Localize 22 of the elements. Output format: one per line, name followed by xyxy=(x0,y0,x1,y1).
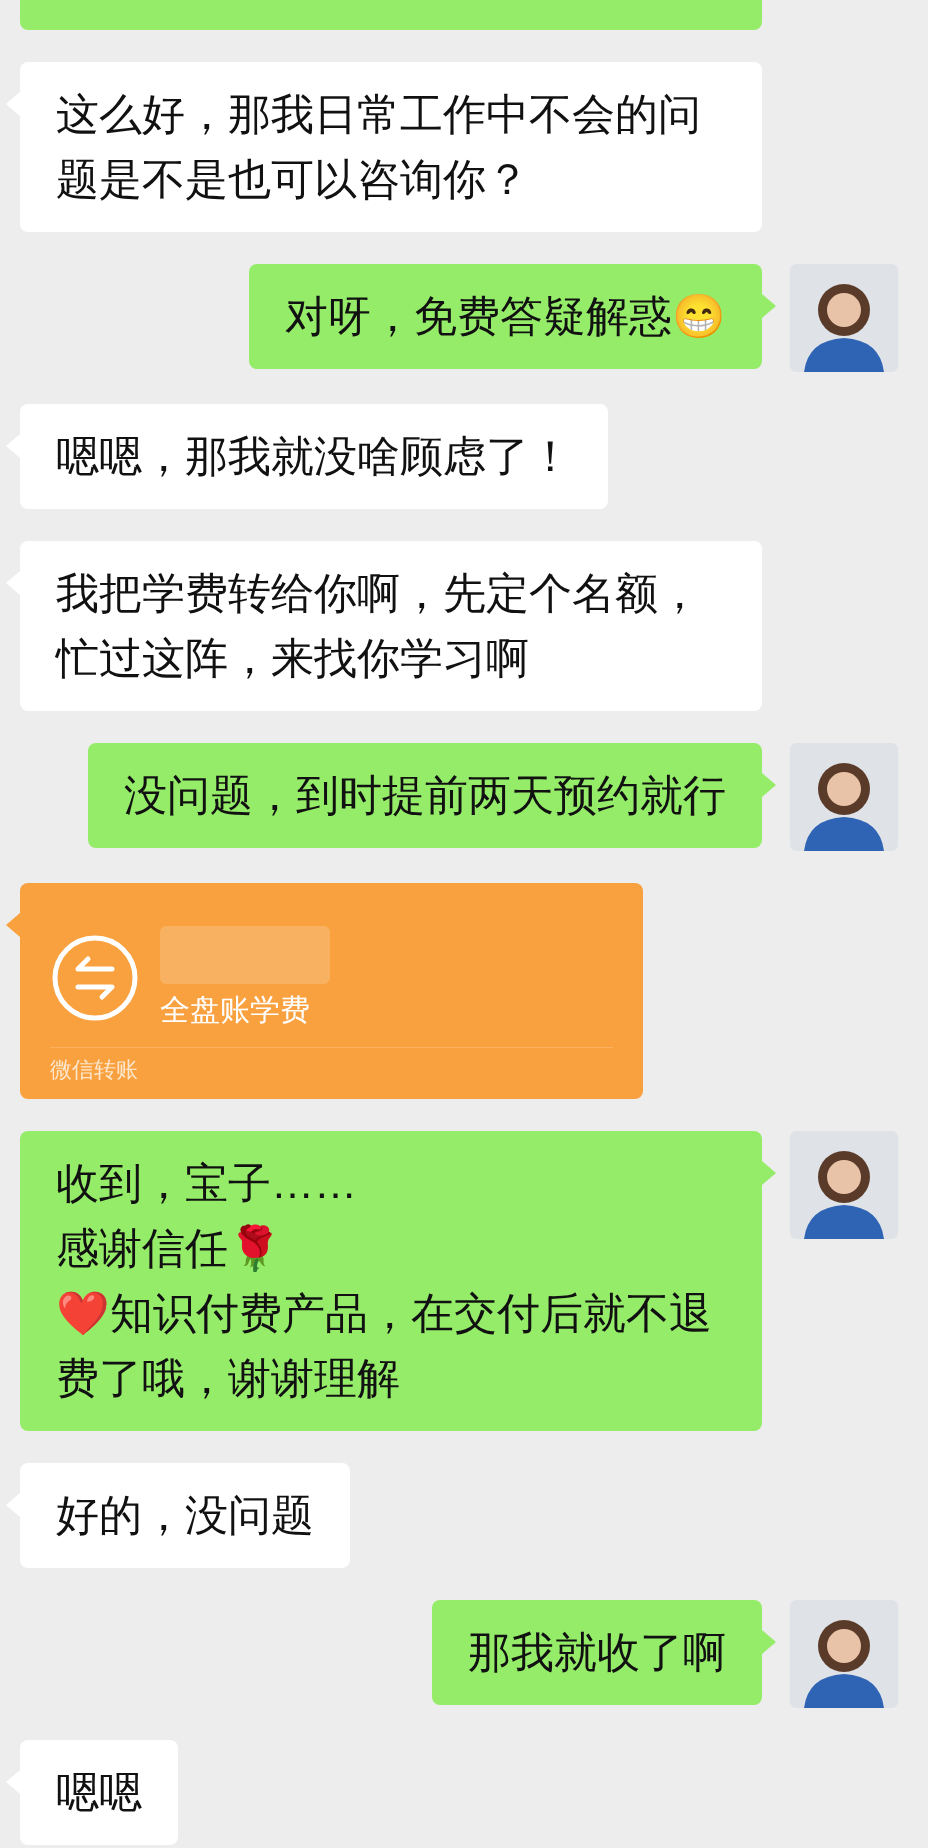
message-bubble: 没问题，到时提前两天预约就行 xyxy=(88,743,762,848)
message-bubble: 这么好，那我日常工作中不会的问题是不是也可以咨询你？ xyxy=(20,62,762,232)
avatar[interactable] xyxy=(790,264,898,372)
avatar[interactable] xyxy=(790,1600,898,1708)
message-bubble: 我把学费转给你啊，先定个名额，忙过这阵，来找你学习啊 xyxy=(20,541,762,711)
bubble-tail-icon xyxy=(6,913,20,937)
message-bubble: 嗯嗯，那我就没啥顾虑了！ xyxy=(20,404,608,509)
bubble-tail-icon xyxy=(762,773,776,797)
message-bubble: 好的，没问题 xyxy=(20,1463,350,1568)
bubble-tail-icon xyxy=(762,294,776,318)
transfer-card[interactable]: 全盘账学费 微信转账 xyxy=(20,883,643,1099)
transfer-icon xyxy=(50,933,140,1023)
message-bubble: 对呀，免费答疑解惑😁 xyxy=(249,264,762,369)
avatar[interactable] xyxy=(790,1131,898,1239)
message-bubble: 嗯嗯 xyxy=(20,1740,178,1845)
bubble-tail-icon xyxy=(762,1630,776,1654)
avatar[interactable] xyxy=(790,743,898,851)
message-bubble: 收到，宝子…… 感谢信任🌹 ❤知识付费产品，在交付后就不退费了哦，谢谢理解 xyxy=(20,1131,762,1431)
message-bubble: 那我就收了啊 xyxy=(432,1600,762,1705)
bubble-tail-icon xyxy=(762,1161,776,1185)
transfer-label: 微信转账 xyxy=(50,1056,139,1084)
transfer-note: 全盘账学费 xyxy=(160,992,311,1028)
